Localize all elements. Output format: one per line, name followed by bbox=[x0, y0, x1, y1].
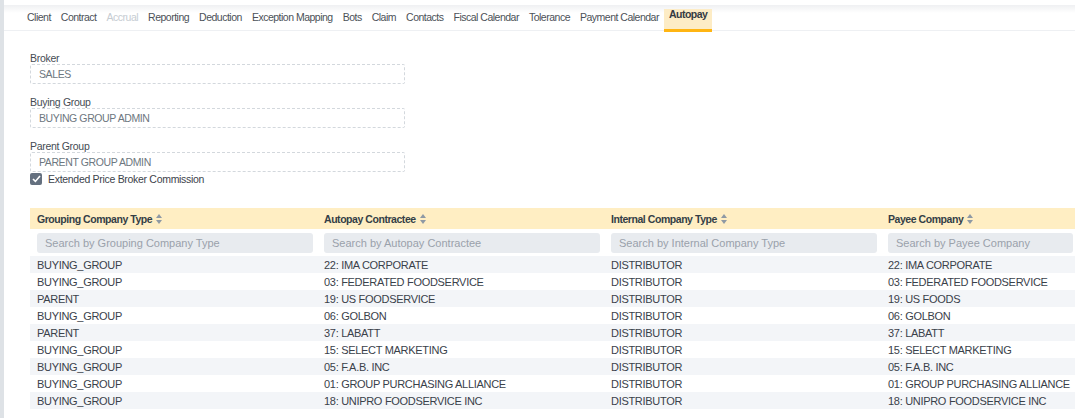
left-scroll-strip bbox=[0, 0, 4, 418]
tab-payment-calendar[interactable]: Payment Calendar bbox=[575, 0, 664, 30]
tab-reporting[interactable]: Reporting bbox=[143, 0, 194, 30]
tab-bar: Client Contract Accrual Reporting Deduct… bbox=[0, 0, 1075, 31]
col-header-grouping-company-type[interactable]: Grouping Company Type bbox=[30, 208, 317, 229]
sort-icon[interactable] bbox=[721, 214, 727, 224]
table-row[interactable]: BUYING_GROUP22: IMA CORPORATEDISTRIBUTOR… bbox=[30, 256, 1075, 273]
tab-contacts[interactable]: Contacts bbox=[401, 0, 448, 30]
search-autopay-contractee[interactable] bbox=[324, 233, 600, 253]
parent-group-field[interactable]: PARENT GROUP ADMIN bbox=[30, 152, 405, 172]
extended-price-label: Extended Price Broker Commission bbox=[48, 173, 204, 185]
table-row[interactable]: BUYING_GROUP01: GROUP PURCHASING ALLIANC… bbox=[30, 375, 1075, 392]
table-row[interactable]: BUYING_GROUP06: GOLBONDISTRIBUTOR06: GOL… bbox=[30, 307, 1075, 324]
tab-fiscal-calendar[interactable]: Fiscal Calendar bbox=[448, 0, 523, 30]
tab-autopay[interactable]: Autopay bbox=[664, 9, 713, 32]
buying-group-field[interactable]: BUYING GROUP ADMIN bbox=[30, 108, 405, 128]
extended-price-row: Extended Price Broker Commission bbox=[30, 173, 1075, 185]
tab-exception-mapping[interactable]: Exception Mapping bbox=[247, 0, 338, 30]
search-internal-company-type[interactable] bbox=[611, 233, 877, 253]
col-header-payee-company[interactable]: Payee Company bbox=[881, 208, 1075, 229]
broker-label: Broker bbox=[30, 52, 1075, 64]
tab-bots[interactable]: Bots bbox=[338, 0, 367, 30]
buying-group-label: Buying Group bbox=[30, 96, 1075, 108]
autopay-form: Broker SALES Buying Group BUYING GROUP A… bbox=[0, 52, 1075, 185]
parent-group-label: Parent Group bbox=[30, 140, 1075, 152]
table-search-row bbox=[30, 229, 1075, 256]
autopay-table: Grouping Company Type Autopay Contractee… bbox=[30, 208, 1075, 409]
table-row[interactable]: PARENT37: LABATTDISTRIBUTOR37: LABATT bbox=[30, 324, 1075, 341]
tab-claim[interactable]: Claim bbox=[367, 0, 401, 30]
search-payee-company[interactable] bbox=[888, 233, 1073, 253]
tab-contract[interactable]: Contract bbox=[56, 0, 102, 30]
sort-icon[interactable] bbox=[420, 214, 426, 224]
col-header-internal-company-type[interactable]: Internal Company Type bbox=[604, 208, 881, 229]
extended-price-checkbox[interactable] bbox=[30, 173, 42, 185]
tab-client[interactable]: Client bbox=[22, 0, 56, 30]
broker-field[interactable]: SALES bbox=[30, 64, 405, 84]
sort-icon[interactable] bbox=[967, 214, 973, 224]
search-grouping-company-type[interactable] bbox=[37, 233, 313, 253]
table-row[interactable]: BUYING_GROUP18: UNIPRO FOODSERVICE INCDI… bbox=[30, 392, 1075, 409]
table-header-row: Grouping Company Type Autopay Contractee… bbox=[30, 208, 1075, 229]
tab-tolerance[interactable]: Tolerance bbox=[524, 0, 575, 30]
table-row[interactable]: BUYING_GROUP03: FEDERATED FOODSERVICEDIS… bbox=[30, 273, 1075, 290]
sort-icon[interactable] bbox=[156, 214, 162, 224]
table-row[interactable]: PARENT19: US FOODSERVICEDISTRIBUTOR19: U… bbox=[30, 290, 1075, 307]
table-row[interactable]: BUYING_GROUP15: SELECT MARKETINGDISTRIBU… bbox=[30, 341, 1075, 358]
table-row[interactable]: BUYING_GROUP05: F.A.B. INCDISTRIBUTOR05:… bbox=[30, 358, 1075, 375]
col-header-autopay-contractee[interactable]: Autopay Contractee bbox=[317, 208, 604, 229]
tab-deduction[interactable]: Deduction bbox=[194, 0, 247, 30]
tab-accrual[interactable]: Accrual bbox=[102, 0, 144, 30]
check-icon bbox=[32, 175, 41, 183]
